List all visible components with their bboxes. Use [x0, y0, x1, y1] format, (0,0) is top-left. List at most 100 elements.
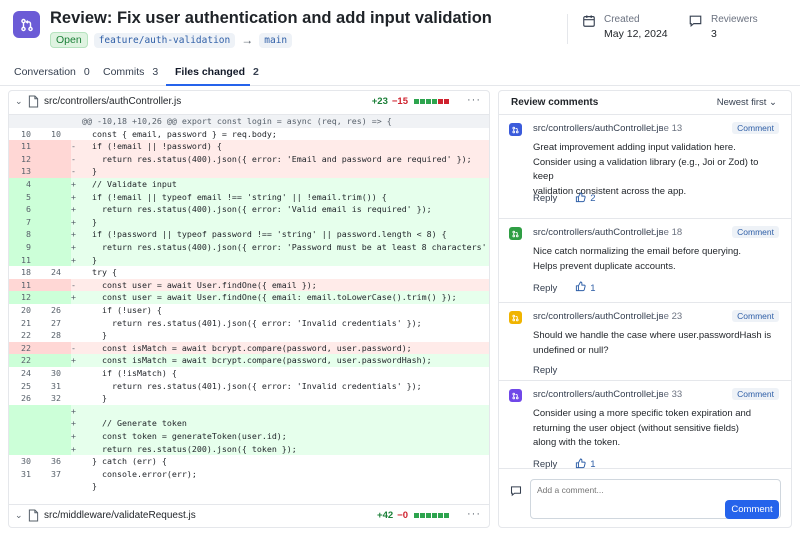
diff-line[interactable]: 10 10 const { email, password } = req.bod…	[9, 128, 489, 141]
diff-sign: +	[71, 242, 76, 252]
comment-file[interactable]: src/controllers/authController.js	[533, 123, 663, 134]
diff-line[interactable]: 24 30 if (!isMatch) {	[9, 367, 489, 380]
diff-line-added[interactable]: + return res.status(200).json({ token })…	[9, 442, 489, 456]
comment-text-line: returning the user object (without sensi…	[533, 422, 739, 434]
new-line-number: 28	[51, 330, 61, 341]
new-line-number: 36	[51, 456, 61, 467]
file-header[interactable]: ⌄ src/controllers/authController.js +23 …	[9, 91, 489, 113]
diff-line[interactable]: 31 37 console.error(err);	[9, 468, 489, 481]
diff-line-added[interactable]: 9 + return res.status(400).json({ error: …	[9, 241, 489, 254]
like-button[interactable]: 1	[575, 281, 596, 295]
created-date: May 12, 2024	[604, 28, 668, 40]
comment-thread-icon	[509, 389, 522, 402]
diff-line[interactable]: 18 24 try {	[9, 266, 489, 279]
diff-stat-block	[414, 513, 419, 518]
submit-comment-button[interactable]: Comment	[725, 500, 779, 519]
comment-type-badge: Comment	[732, 310, 779, 322]
code-text: const token = generateToken(user.id);	[82, 431, 287, 441]
diff-stat-block	[444, 513, 449, 518]
diff-stat-blocks	[414, 513, 449, 518]
source-branch[interactable]: feature/auth-validation	[93, 32, 236, 48]
diff-line-removed[interactable]: 22 - const isMatch = await bcrypt.compare…	[9, 341, 489, 355]
diff-sign: +	[71, 179, 76, 189]
diff-line-added[interactable]: 22 + const isMatch = await bcrypt.compare…	[9, 354, 489, 367]
code-text: }	[82, 216, 97, 227]
diff-sign: +	[71, 229, 76, 240]
reply-button[interactable]: Reply	[533, 193, 557, 204]
diff-line-added[interactable]: 5 + if (!email || typeof email !== 'strin…	[9, 190, 489, 204]
comment-line-ref[interactable]: Line 18	[651, 227, 682, 238]
reviewers-meta[interactable]: Reviewers 3	[688, 14, 758, 40]
file-name[interactable]: src/middleware/validateRequest.js	[44, 510, 196, 521]
chevron-down-icon[interactable]: ⌄	[15, 96, 23, 107]
diff-line-added[interactable]: 7 + }	[9, 215, 489, 229]
comment-file[interactable]: src/controllers/authController.js	[533, 227, 663, 238]
old-line-number: 9	[26, 242, 31, 252]
diff-line-added[interactable]: 6 + return res.status(400).json({ error: …	[9, 203, 489, 216]
header-divider	[567, 14, 568, 44]
hunk-header[interactable]: @@ -10,18 +10,26 @@ export const login =…	[9, 115, 489, 128]
tab-label: Commits	[103, 66, 145, 78]
diff-line-added[interactable]: + // Generate token	[9, 417, 489, 430]
old-line-number: 4	[26, 179, 31, 189]
tab-conversation[interactable]: Conversation 0	[14, 66, 90, 78]
diff-stat-block	[426, 513, 431, 518]
diff-panel: ⌄ src/controllers/authController.js +23 …	[8, 90, 490, 528]
diff-line[interactable]: 22 28 }	[9, 329, 489, 342]
file-header[interactable]: ⌄ src/middleware/validateRequest.js +42 …	[9, 504, 489, 526]
comment-card: src/controllers/authController.js Line 23…	[499, 303, 791, 381]
tab-files-changed[interactable]: Files changed 2	[175, 66, 259, 78]
diff-line-removed[interactable]: 13 - }	[9, 165, 489, 178]
more-options-icon[interactable]: ···	[467, 94, 481, 106]
reply-button[interactable]: Reply	[533, 365, 557, 376]
code-text: return res.status(200).json({ token });	[82, 443, 297, 454]
comment-input[interactable]	[537, 485, 717, 495]
diff-line-added[interactable]: 12 + const user = await User.findOne({ em…	[9, 291, 489, 304]
comment-file[interactable]: src/controllers/authController.js	[533, 389, 663, 400]
tab-label: Conversation	[14, 66, 76, 78]
diff-line-added[interactable]: +	[9, 404, 489, 418]
old-line-number: 8	[26, 229, 31, 240]
sort-dropdown[interactable]: Newest first ⌄	[717, 97, 777, 108]
code-text: }	[82, 330, 107, 341]
tab-commits[interactable]: Commits 3	[103, 66, 158, 78]
diff-stat: +23 −15	[372, 96, 449, 107]
file-name[interactable]: src/controllers/authController.js	[44, 96, 181, 107]
diff-line-added[interactable]: + const token = generateToken(user.id);	[9, 430, 489, 443]
comment-file[interactable]: src/controllers/authController.js	[533, 311, 663, 322]
diff-line-added[interactable]: 8 + if (!password || typeof password !== …	[9, 228, 489, 241]
comment-line-ref[interactable]: Line 23	[651, 311, 682, 322]
code-diff: @@ -10,18 +10,26 @@ export const login =…	[9, 114, 489, 496]
comment-line-ref[interactable]: Line 13	[651, 123, 682, 134]
comment-type-badge: Comment	[732, 122, 779, 134]
diff-line[interactable]: 20 26 if (!user) {	[9, 304, 489, 317]
code-text: return res.status(400).json({ error: 'Em…	[82, 153, 472, 164]
diff-line[interactable]: 25 31 return res.status(401).json({ error…	[9, 380, 489, 393]
diff-line[interactable]: 21 27 return res.status(401).json({ error…	[9, 317, 489, 330]
diff-line[interactable]: 26 32 }	[9, 392, 489, 405]
diff-line-added[interactable]: 4 + // Validate input	[9, 178, 489, 191]
diff-line-removed[interactable]: 12 - return res.status(400).json({ error:…	[9, 152, 489, 166]
comment-text-line: Great improvement adding input validatio…	[533, 142, 736, 153]
old-line-number: 18	[21, 267, 31, 278]
diff-line[interactable]: }	[9, 480, 489, 493]
old-line-number: 22	[21, 342, 31, 353]
diff-line-added[interactable]: 11 + }	[9, 253, 489, 267]
old-line-number: 13	[21, 166, 31, 177]
comment-text-line: Consider using a more specific token exp…	[533, 408, 752, 419]
like-button[interactable]: 2	[575, 192, 596, 206]
target-branch[interactable]: main	[259, 32, 293, 48]
more-options-icon[interactable]: ···	[467, 508, 481, 520]
created-meta: Created May 12, 2024	[582, 14, 668, 40]
diff-line-removed[interactable]: 11 - const user = await User.findOne({ em…	[9, 278, 489, 292]
comment-box[interactable]: Comment	[530, 479, 781, 519]
old-line-number: 30	[21, 456, 31, 467]
old-line-number: 22	[21, 355, 31, 366]
old-line-number: 11	[21, 279, 31, 290]
reply-button[interactable]: Reply	[533, 283, 557, 294]
chevron-down-icon[interactable]: ⌄	[15, 510, 23, 521]
comment-line-ref[interactable]: Line 33	[651, 389, 682, 400]
diff-line[interactable]: 30 36 } catch (err) {	[9, 455, 489, 468]
diff-line-removed[interactable]: 11 - if (!email || !password) {	[9, 140, 489, 153]
code-text: // Validate input	[82, 179, 177, 189]
